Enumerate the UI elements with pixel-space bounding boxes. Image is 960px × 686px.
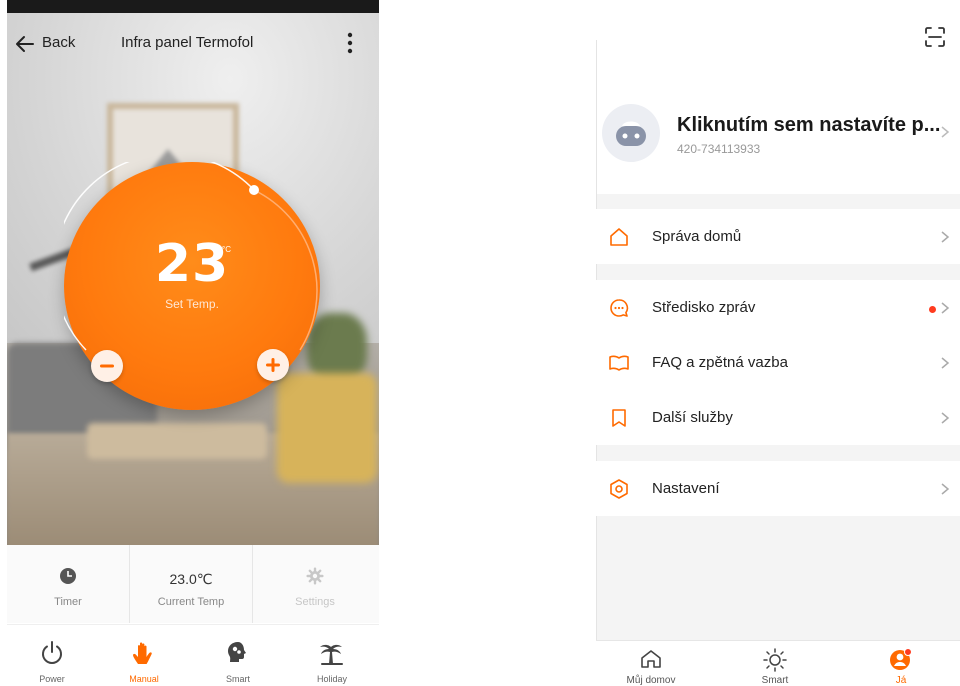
chevron-right-icon	[941, 302, 950, 314]
person-icon	[890, 648, 912, 670]
menu-row-faq[interactable]: FAQ a zpětná vazba	[596, 335, 960, 390]
profile-header: Kliknutím sem nastavíte p... 420-7341139…	[596, 0, 960, 194]
palm-tree-icon	[320, 644, 343, 665]
sun-icon	[763, 648, 787, 672]
nav-me[interactable]: Já	[846, 641, 956, 686]
back-button[interactable]: Back	[42, 34, 75, 51]
chat-bubble-icon	[610, 299, 629, 317]
chevron-right-icon	[941, 412, 950, 424]
unread-badge	[929, 306, 936, 313]
settings-hex-icon	[610, 479, 628, 499]
robot-avatar-icon	[616, 121, 646, 146]
device-title: Infra panel Termofol	[121, 34, 254, 51]
clock-icon	[60, 568, 76, 584]
profile-screen: Kliknutím sem nastavíte p... 420-7341139…	[596, 0, 960, 686]
settings-stat[interactable]: Settings	[254, 545, 376, 623]
dial-handle	[249, 185, 259, 195]
home-icon	[610, 228, 628, 246]
more-vertical-icon[interactable]	[340, 30, 360, 56]
current-temp-value: 23.0℃	[169, 571, 213, 587]
current-temp-caption: Current Temp	[157, 596, 225, 608]
power-icon	[42, 641, 62, 664]
timer-stat[interactable]: Timer	[7, 545, 130, 623]
menu-row-message-center[interactable]: Středisko zpráv	[596, 280, 960, 335]
book-icon	[609, 355, 629, 371]
menu-row-more-services[interactable]: Další služby	[596, 390, 960, 445]
nav-power[interactable]: Power	[7, 625, 97, 686]
set-temperature-value: 23	[154, 234, 230, 294]
timer-caption: Timer	[54, 596, 82, 608]
gear-icon	[306, 567, 324, 585]
scan-icon[interactable]	[924, 26, 946, 48]
chevron-right-icon	[941, 483, 950, 495]
arrow-left-icon[interactable]	[13, 32, 37, 56]
status-bar	[7, 0, 379, 13]
nav-holiday[interactable]: Holiday	[287, 625, 377, 686]
menu-row-home-management[interactable]: Správa domů	[596, 209, 960, 264]
nav-my-home[interactable]: Můj domov	[596, 641, 706, 686]
chevron-right-icon	[941, 231, 950, 243]
menu-row-settings[interactable]: Nastavení	[596, 461, 960, 516]
settings-caption: Settings	[295, 596, 335, 608]
brain-head-icon	[228, 642, 246, 662]
avatar[interactable]	[602, 104, 660, 162]
menu-group-home: Správa domů	[596, 209, 960, 264]
hand-icon	[133, 642, 152, 664]
nav-smart[interactable]: Smart	[193, 625, 283, 686]
thermostat-header: Back Infra panel Termofol	[7, 26, 379, 60]
menu-group-settings: Nastavení	[596, 461, 960, 516]
device-stats: Timer 23.0℃ Current Temp Settings	[7, 545, 379, 623]
nav-manual[interactable]: Manual	[99, 625, 189, 686]
minus-icon	[100, 364, 114, 368]
temperature-unit: °C	[222, 245, 231, 254]
thermostat-bottom-nav: Power Manual Smart Holiday	[7, 624, 379, 686]
thermostat-screen: Back Infra panel Termofol 23 °C Set Temp…	[7, 0, 379, 686]
decrease-temp-button[interactable]	[91, 350, 123, 382]
bookmark-icon	[612, 409, 626, 427]
chevron-right-icon[interactable]	[940, 125, 950, 139]
current-temp-stat: 23.0℃ Current Temp	[130, 545, 253, 623]
increase-temp-button[interactable]	[257, 349, 289, 381]
chevron-right-icon	[941, 357, 950, 369]
profile-bottom-nav: Můj domov Smart Já	[596, 640, 960, 686]
profile-phone: 420-734113933	[677, 142, 761, 156]
menu-group-info: Středisko zpráv FAQ a zpětná vazba Další…	[596, 280, 960, 445]
nav-smart-profile[interactable]: Smart	[720, 641, 830, 686]
plus-icon	[266, 358, 280, 372]
set-temp-label: Set Temp.	[165, 297, 219, 311]
home-outline-icon	[641, 650, 661, 668]
profile-name[interactable]: Kliknutím sem nastavíte p...	[677, 114, 942, 137]
